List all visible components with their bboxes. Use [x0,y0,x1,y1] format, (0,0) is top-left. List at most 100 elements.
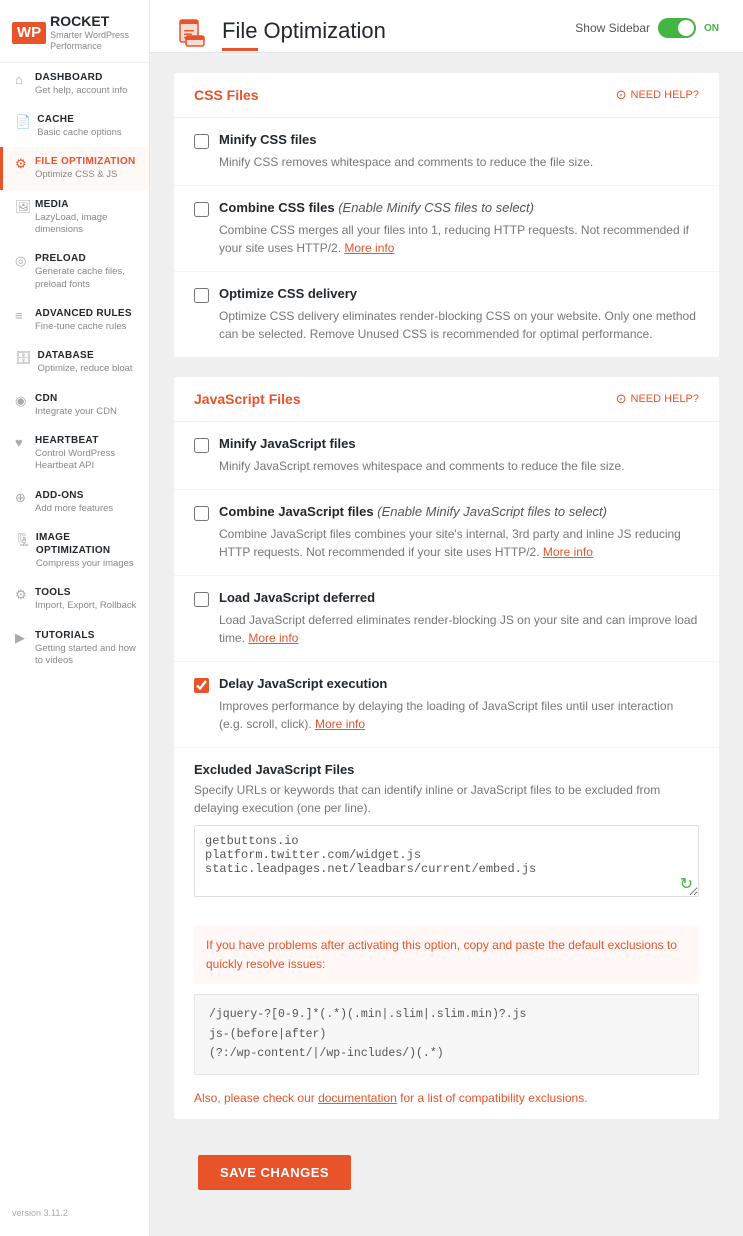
nav-text-preload: PRELOAD Generate cache files, preload fo… [35,252,137,291]
nav-icon-cache: 📄 [15,114,31,130]
nav-title-add-ons: ADD-ONS [35,489,113,502]
toggle-state-label: ON [704,23,719,34]
load-js-deferred-more-link[interactable]: More info [248,631,298,645]
sidebar-item-media[interactable]: 🖼 MEDIA LazyLoad, image dimensions [0,190,149,245]
sidebar-item-heartbeat[interactable]: ♥ HEARTBEAT Control WordPress Heartbeat … [0,426,149,481]
sidebar-item-preload[interactable]: ◎ PRELOAD Generate cache files, preload … [0,244,149,299]
sidebar-item-cdn[interactable]: ◉ CDN Integrate your CDN [0,384,149,426]
minify-js-label[interactable]: Minify JavaScript files [219,436,356,451]
nav-icon-advanced-rules: ≡ [15,308,29,323]
delay-js-header: Delay JavaScript execution [194,676,699,693]
excluded-js-textarea[interactable]: getbuttons.io platform.twitter.com/widge… [194,825,699,897]
delay-js-checkbox[interactable] [194,678,209,693]
page-header: File Optimization Show Sidebar ON [150,0,743,53]
nav-text-file-optimization: FILE OPTIMIZATION Optimize CSS & JS [35,155,135,181]
excluded-js-desc: Specify URLs or keywords that can identi… [194,781,699,817]
textarea-refresh-icon[interactable]: ↻ [680,874,693,894]
nav-text-cdn: CDN Integrate your CDN [35,392,117,418]
logo-area: WP ROCKET Smarter WordPress Performance [0,0,149,63]
info-box: If you have problems after activating th… [194,926,699,984]
nav-sub-tools: Import, Export, Rollback [35,600,136,612]
documentation-link[interactable]: documentation [318,1091,397,1105]
nav-text-tools: TOOLS Import, Export, Rollback [35,586,136,612]
sidebar-item-advanced-rules[interactable]: ≡ ADVANCED RULES Fine-tune cache rules [0,299,149,341]
show-sidebar-toggle[interactable] [658,18,696,38]
delay-js-more-link[interactable]: More info [315,717,365,731]
nav-sub-tutorials: Getting started and how to videos [35,643,137,668]
nav-icon-dashboard: ⌂ [15,72,29,87]
nav-sub-cdn: Integrate your CDN [35,406,117,418]
load-js-deferred-desc: Load JavaScript deferred eliminates rend… [194,611,699,647]
nav-text-image-optimization: IMAGE OPTIMIZATION Compress your images [36,531,137,570]
nav-title-heartbeat: HEARTBEAT [35,434,137,447]
combine-css-more-link[interactable]: More info [344,241,394,255]
page-title-block: File Optimization [222,18,386,51]
code-line-2: js-(before|after) [209,1025,684,1045]
minify-js-option: Minify JavaScript files Minify JavaScrip… [174,422,719,490]
css-need-help-label: NEED HELP? [631,89,699,101]
minify-css-label[interactable]: Minify CSS files [219,132,317,147]
nav-icon-cdn: ◉ [15,393,29,409]
nav-icon-image-optimization: 🗜 [15,532,30,548]
nav-icon-add-ons: ⊕ [15,490,29,506]
nav-icon-heartbeat: ♥ [15,435,29,450]
excluded-textarea-wrap: getbuttons.io platform.twitter.com/widge… [194,825,699,900]
nav-icon-tutorials: ▶ [15,630,29,646]
logo-badge: WP [12,22,46,44]
sidebar-item-add-ons[interactable]: ⊕ ADD-ONS Add more features [0,481,149,523]
excluded-js-title: Excluded JavaScript Files [194,762,699,777]
page-header-left: File Optimization [174,16,386,52]
combine-js-header: Combine JavaScript files (Enable Minify … [194,504,699,521]
sidebar: WP ROCKET Smarter WordPress Performance … [0,0,150,1236]
combine-css-label[interactable]: Combine CSS files (Enable Minify CSS fil… [219,200,534,215]
code-box: /jquery-?[0-9.]*(.*)(​.min|.slim|.slim.m… [194,994,699,1075]
nav-text-tutorials: TUTORIALS Getting started and how to vid… [35,629,137,668]
nav-text-database: DATABASE Optimize, reduce bloat [38,349,133,375]
nav-text-add-ons: ADD-ONS Add more features [35,489,113,515]
combine-js-more-link[interactable]: More info [543,545,593,559]
nav-title-image-optimization: IMAGE OPTIMIZATION [36,531,137,557]
load-js-deferred-label[interactable]: Load JavaScript deferred [219,590,375,605]
load-js-deferred-checkbox[interactable] [194,592,209,607]
nav-text-dashboard: DASHBOARD Get help, account info [35,71,127,97]
logo-tagline: Smarter WordPress Performance [50,30,137,52]
delay-js-option: Delay JavaScript execution Improves perf… [174,662,719,748]
sidebar-item-tutorials[interactable]: ▶ TUTORIALS Getting started and how to v… [0,621,149,676]
css-need-help[interactable]: ⊙ NEED HELP? [616,87,699,103]
show-sidebar-label: Show Sidebar [575,21,650,35]
optimize-css-checkbox[interactable] [194,288,209,303]
info-text: If you have problems after activating th… [206,936,687,974]
js-need-help[interactable]: ⊙ NEED HELP? [616,391,699,407]
nav-text-heartbeat: HEARTBEAT Control WordPress Heartbeat AP… [35,434,137,473]
combine-css-checkbox[interactable] [194,202,209,217]
sidebar-item-file-optimization[interactable]: ⚙ FILE OPTIMIZATION Optimize CSS & JS [0,147,149,189]
js-need-help-label: NEED HELP? [631,393,699,405]
combine-js-label[interactable]: Combine JavaScript files (Enable Minify … [219,504,607,519]
nav-sub-file-optimization: Optimize CSS & JS [35,169,135,181]
optimize-css-label[interactable]: Optimize CSS delivery [219,286,357,301]
logo-name: ROCKET [50,14,137,28]
sidebar-item-cache[interactable]: 📄 CACHE Basic cache options [0,105,149,147]
file-optimization-icon [174,16,210,52]
minify-js-checkbox[interactable] [194,438,209,453]
show-sidebar-area: Show Sidebar ON [575,18,719,50]
nav-sub-media: LazyLoad, image dimensions [35,212,137,237]
sidebar-item-image-optimization[interactable]: 🗜 IMAGE OPTIMIZATION Compress your image… [0,523,149,578]
page-title: File Optimization [222,18,386,44]
delay-js-label[interactable]: Delay JavaScript execution [219,676,387,691]
sidebar-version: version 3.11.2 [0,1200,149,1226]
nav-sub-database: Optimize, reduce bloat [38,363,133,375]
sidebar-item-tools[interactable]: ⚙ TOOLS Import, Export, Rollback [0,578,149,620]
sidebar-item-database[interactable]: 🗄 DATABASE Optimize, reduce bloat [0,341,149,383]
sidebar-item-dashboard[interactable]: ⌂ DASHBOARD Get help, account info [0,63,149,105]
minify-css-checkbox[interactable] [194,134,209,149]
nav-title-file-optimization: FILE OPTIMIZATION [35,155,135,168]
nav-icon-preload: ◎ [15,253,29,269]
combine-js-checkbox[interactable] [194,506,209,521]
delay-js-desc: Improves performance by delaying the loa… [194,697,699,733]
nav-text-cache: CACHE Basic cache options [37,113,122,139]
also-text: Also, please check our documentation for… [174,1085,719,1119]
nav-title-preload: PRELOAD [35,252,137,265]
save-changes-button[interactable]: SAVE CHANGES [198,1155,351,1190]
nav-sub-preload: Generate cache files, preload fonts [35,266,137,291]
